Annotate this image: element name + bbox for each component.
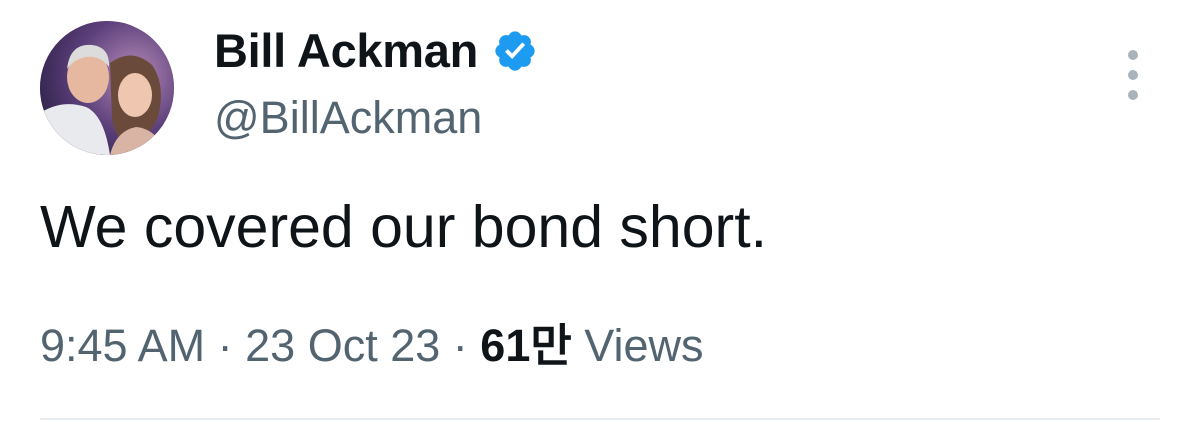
author-name-row[interactable]: Bill Ackman [214, 22, 538, 80]
author-handle[interactable]: @BillAckman [214, 90, 482, 146]
tweet-time[interactable]: 9:45 AM [40, 320, 205, 371]
tweet-text: We covered our bond short. [40, 194, 767, 260]
tweet-date[interactable]: 23 Oct 23 [245, 320, 440, 371]
meta-separator: · [452, 320, 468, 371]
avatar[interactable] [40, 21, 174, 155]
more-options-icon[interactable] [1116, 50, 1150, 100]
tweet-meta: 9:45 AM · 23 Oct 23 · 61만 Views [40, 316, 704, 376]
more-dot [1128, 90, 1138, 100]
views-label[interactable]: Views [584, 320, 703, 371]
verified-badge-icon [492, 28, 538, 74]
more-dot [1128, 70, 1138, 80]
avatar-photo [40, 21, 174, 155]
divider [40, 418, 1160, 420]
more-dot [1128, 50, 1138, 60]
meta-separator: · [217, 320, 233, 371]
author-display-name[interactable]: Bill Ackman [214, 22, 478, 80]
views-count[interactable]: 61만 [480, 320, 571, 371]
